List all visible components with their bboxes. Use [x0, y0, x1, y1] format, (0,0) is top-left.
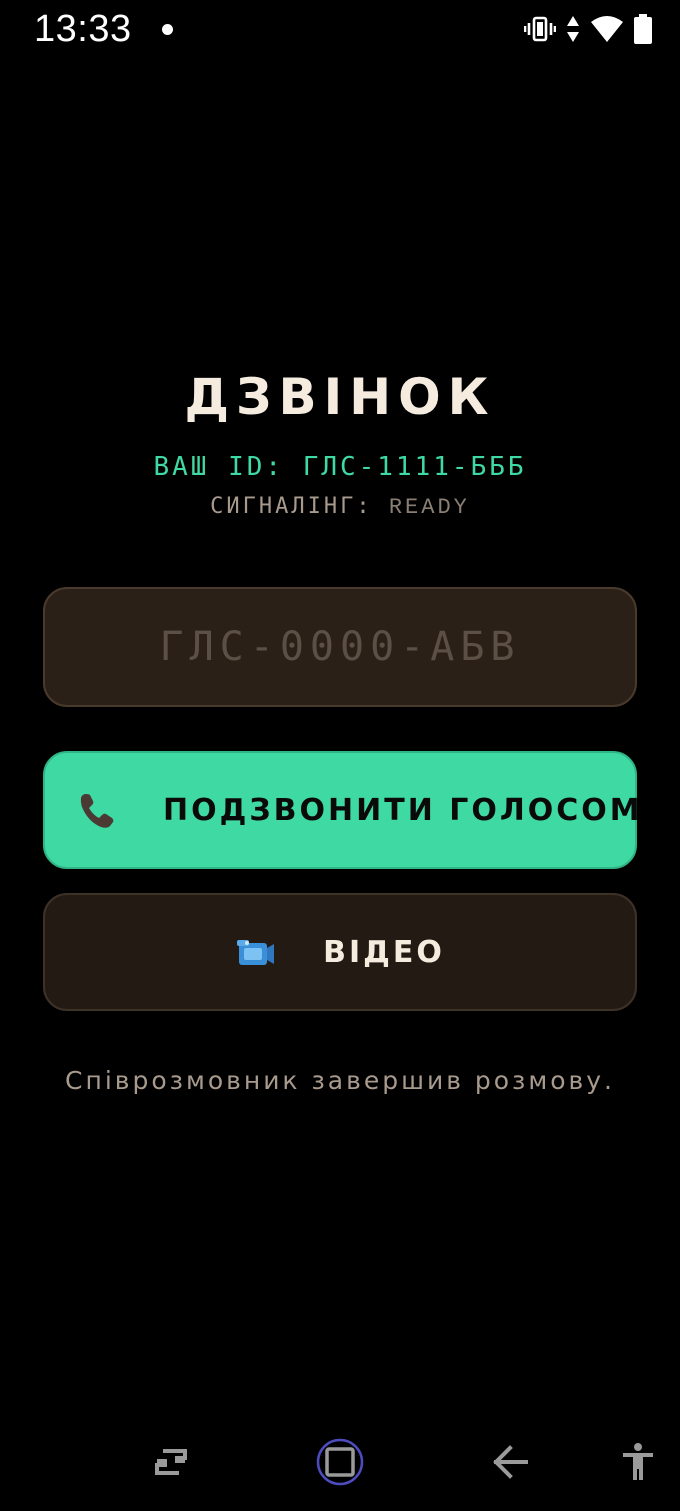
rotate-button[interactable] — [145, 1438, 197, 1490]
page-title: ДЗВІНОК — [184, 368, 496, 426]
back-button[interactable] — [484, 1438, 536, 1490]
video-call-label: ВІДЕО — [323, 934, 445, 970]
back-icon — [490, 1444, 530, 1484]
status-time: 13:33 — [34, 8, 132, 50]
data-arrows-icon — [566, 14, 580, 44]
home-icon — [315, 1437, 365, 1491]
signaling-label: СИГНАЛІНГ: — [210, 494, 373, 519]
user-id-value: ГЛС-1111-БББ — [302, 452, 527, 482]
signaling-value: READY — [388, 495, 470, 520]
signaling-status-line: СИГНАЛІНГ: READY — [0, 494, 680, 520]
user-id-line: ВАШ ID: ГЛС-1111-БББ — [0, 452, 680, 482]
peer-id-input[interactable] — [43, 587, 637, 707]
video-camera-icon — [235, 935, 275, 969]
video-call-button[interactable]: ВІДЕО — [43, 893, 637, 1011]
battery-icon — [634, 14, 652, 44]
accessibility-button[interactable] — [612, 1438, 664, 1490]
call-status-message: Співрозмовник завершив розмову. — [65, 1066, 615, 1095]
rotate-icon — [153, 1446, 189, 1482]
voice-call-label: ПОДЗВОНИТИ ГОЛОСОМ — [163, 792, 643, 828]
wifi-icon — [590, 15, 624, 43]
status-icons — [524, 14, 652, 44]
accessibility-icon — [620, 1442, 656, 1486]
phone-icon — [77, 791, 117, 831]
home-button[interactable] — [314, 1438, 366, 1490]
voice-call-button[interactable]: ПОДЗВОНИТИ ГОЛОСОМ — [43, 751, 643, 869]
vibrate-icon — [524, 14, 556, 44]
notification-dot-icon — [162, 24, 173, 35]
user-id-label: ВАШ ID: — [153, 452, 285, 482]
status-bar: 13:33 — [0, 0, 680, 64]
navigation-bar — [0, 1420, 680, 1511]
